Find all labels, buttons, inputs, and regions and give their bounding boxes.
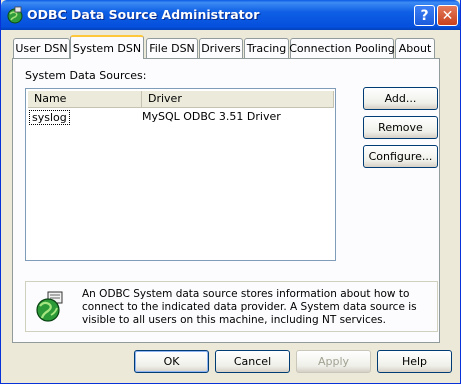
question-icon: ? <box>420 7 429 24</box>
title-bar[interactable]: ODBC Data Source Administrator ? ✕ <box>1 0 460 30</box>
column-label: Name <box>34 92 67 105</box>
button-label: Add... <box>384 92 417 105</box>
button-label: Cancel <box>233 355 272 368</box>
tab-label: File DSN <box>149 42 195 55</box>
help-title-button[interactable]: ? <box>414 5 435 26</box>
add-button[interactable]: Add... <box>363 87 438 110</box>
configure-button[interactable]: Configure... <box>363 145 438 168</box>
tab-drivers[interactable]: Drivers <box>199 38 243 58</box>
tab-label: System DSN <box>72 41 142 55</box>
apply-button[interactable]: Apply <box>296 350 371 373</box>
ok-button[interactable]: OK <box>134 350 209 373</box>
tab-label: User DSN <box>15 42 68 55</box>
window-title: ODBC Data Source Administrator <box>27 7 260 22</box>
tab-connection-pooling[interactable]: Connection Pooling <box>289 38 395 58</box>
close-title-button[interactable]: ✕ <box>437 5 458 26</box>
column-header-name[interactable]: Name <box>28 91 142 108</box>
dsn-name-cell: syslog <box>29 110 70 125</box>
dsn-driver-cell: MySQL ODBC 3.51 Driver <box>142 110 281 123</box>
list-header: Name Driver <box>28 91 334 108</box>
button-label: Help <box>401 355 428 368</box>
tab-label: Tracing <box>246 42 287 55</box>
help-button[interactable]: Help <box>377 350 452 373</box>
tab-label: Drivers <box>201 42 241 55</box>
data-sources-list[interactable]: Name Driver syslog MySQL ODBC 3.51 Drive… <box>25 88 336 261</box>
info-text: An ODBC System data source stores inform… <box>82 288 417 326</box>
tab-user-dsn[interactable]: User DSN <box>13 38 70 58</box>
column-header-driver[interactable]: Driver <box>142 91 334 108</box>
cancel-button[interactable]: Cancel <box>215 350 290 373</box>
button-label: OK <box>163 355 180 368</box>
list-item[interactable]: syslog MySQL ODBC 3.51 Driver <box>28 110 333 125</box>
tab-label: Connection Pooling <box>289 42 395 55</box>
tab-label: About <box>398 42 432 55</box>
tab-about[interactable]: About <box>395 38 435 58</box>
column-label: Driver <box>148 92 182 105</box>
button-label: Configure... <box>368 150 433 163</box>
tab-file-dsn[interactable]: File DSN <box>146 38 198 58</box>
system-data-sources-label: System Data Sources: <box>25 69 147 82</box>
odbc-globe-icon <box>7 6 23 24</box>
odbc-administrator-window: ODBC Data Source Administrator ? ✕ User … <box>0 0 461 384</box>
button-label: Apply <box>317 355 350 368</box>
tab-tracing[interactable]: Tracing <box>244 38 289 58</box>
odbc-globe-icon <box>36 291 63 322</box>
info-box: An ODBC System data source stores inform… <box>25 281 438 332</box>
remove-button[interactable]: Remove <box>363 116 438 139</box>
button-label: Remove <box>378 121 423 134</box>
close-icon: ✕ <box>441 7 454 24</box>
tab-system-dsn[interactable]: System DSN <box>70 35 144 59</box>
